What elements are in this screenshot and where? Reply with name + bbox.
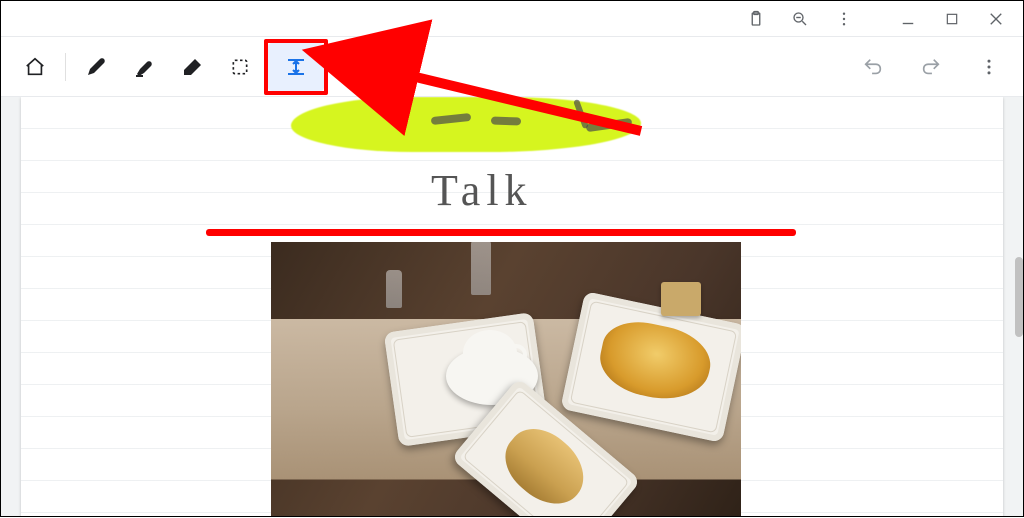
minimize-icon[interactable] [899, 10, 917, 28]
note-page[interactable]: Talk [21, 97, 1003, 516]
eraser-tool[interactable] [168, 43, 216, 91]
clipboard-icon[interactable] [747, 10, 765, 28]
handwriting-text: Talk [431, 165, 533, 216]
pen-tool[interactable] [72, 43, 120, 91]
napkin-holder [661, 282, 701, 316]
home-button[interactable] [11, 43, 59, 91]
undo-button[interactable] [849, 43, 897, 91]
app-toolbar [1, 37, 1023, 97]
inserted-photo[interactable] [271, 242, 741, 516]
insert-space-tool[interactable] [268, 43, 324, 91]
canvas-area[interactable]: Talk [1, 97, 1023, 516]
separator [65, 53, 66, 81]
zoom-out-icon[interactable] [791, 10, 809, 28]
maximize-icon[interactable] [943, 10, 961, 28]
red-underline [206, 229, 796, 236]
highlighter-tool[interactable] [120, 43, 168, 91]
overflow-menu[interactable] [965, 43, 1013, 91]
more-vert-icon[interactable] [835, 10, 853, 28]
select-tool[interactable] [216, 43, 264, 91]
window-title-bar [1, 1, 1023, 37]
highlighted-tool-box [264, 39, 328, 95]
redo-button[interactable] [907, 43, 955, 91]
close-icon[interactable] [987, 10, 1005, 28]
vertical-scrollbar[interactable] [1015, 257, 1023, 337]
ink-stroke [491, 116, 521, 125]
